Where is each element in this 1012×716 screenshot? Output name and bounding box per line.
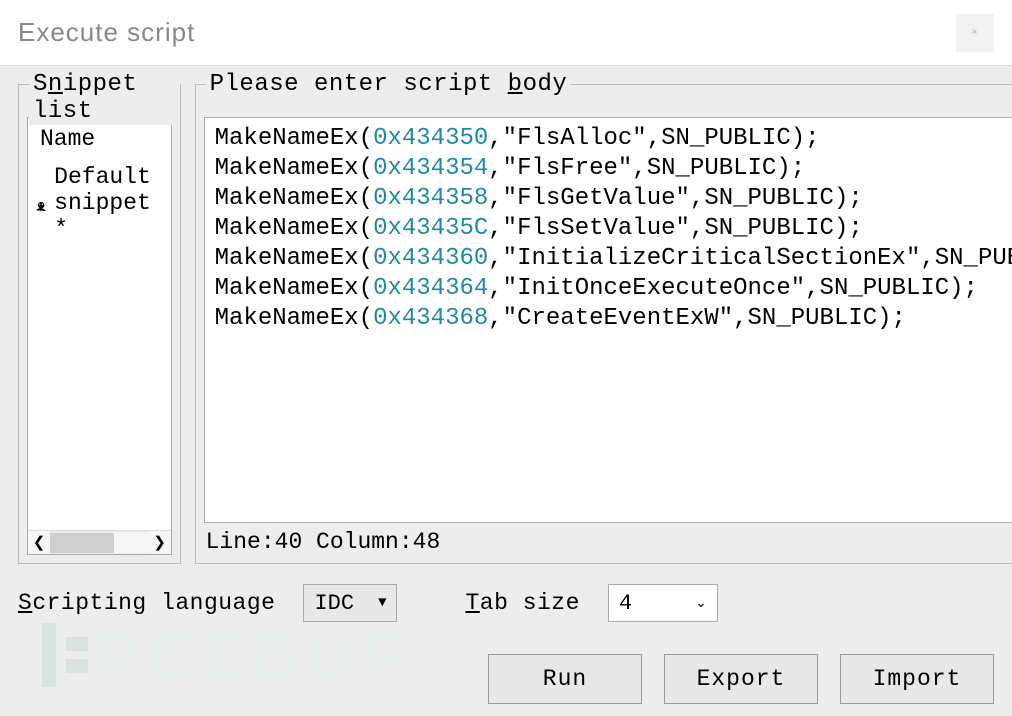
snippet-list-items: Default snippet * [28, 160, 171, 530]
titlebar: Execute script × [0, 0, 1012, 66]
script-body-group: Please enter script body MakeNameEx(0x43… [195, 84, 1012, 564]
scroll-right-icon[interactable]: ❯ [149, 531, 171, 555]
script-editor[interactable]: MakeNameEx(0x434350,"FlsAlloc",SN_PUBLIC… [204, 117, 1012, 523]
button-row: Run Export Import [18, 654, 994, 704]
window-title: Execute script [18, 17, 195, 48]
run-button[interactable]: Run [488, 654, 642, 704]
options-row: Scripting language IDC ▼ Tab size 4 ⌄ [18, 584, 994, 622]
script-editor-text[interactable]: MakeNameEx(0x434350,"FlsAlloc",SN_PUBLIC… [205, 118, 1012, 522]
import-button[interactable]: Import [840, 654, 994, 704]
h-track[interactable] [50, 533, 149, 553]
language-label: Scripting language [18, 590, 275, 616]
export-button[interactable]: Export [664, 654, 818, 704]
h-scrollbar[interactable]: ❮ ❯ [28, 530, 171, 554]
h-thumb[interactable] [50, 533, 114, 553]
snippet-item-label: Default snippet * [54, 164, 162, 242]
language-combo[interactable]: IDC ▼ [303, 584, 397, 622]
language-value: IDC [314, 591, 354, 616]
client-area: REEBUF Snippet list Name Default snippet… [0, 66, 1012, 716]
chevron-down-icon: ▼ [378, 595, 386, 611]
list-item[interactable]: Default snippet * [36, 160, 163, 246]
tabsize-label: Tab size [465, 590, 579, 616]
snippet-list-legend: Snippet list [29, 71, 180, 125]
editor-status: Line:40 Column:48 [204, 523, 1012, 555]
tabsize-combo[interactable]: 4 ⌄ [608, 584, 718, 622]
snippet-listbox[interactable]: Name Default snippet * ❮ ❯ [27, 117, 172, 555]
scroll-left-icon[interactable]: ❮ [28, 531, 50, 555]
script-body-legend: Please enter script body [206, 71, 572, 98]
ida-icon [36, 192, 46, 214]
tabsize-value: 4 [619, 591, 632, 616]
snippet-list-group: Snippet list Name Default snippet * ❮ [18, 84, 181, 564]
chevron-down-icon: ⌄ [695, 595, 707, 612]
window-control-button[interactable]: × [956, 14, 994, 52]
